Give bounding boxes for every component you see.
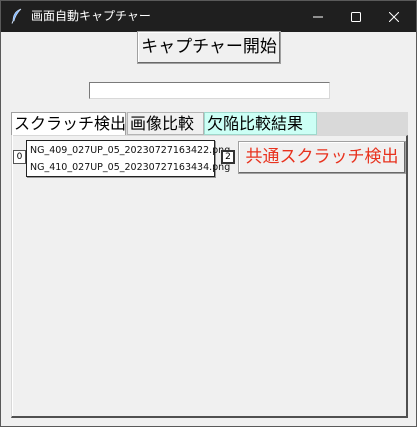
right-counter[interactable]: 2 <box>221 150 235 164</box>
file-list[interactable]: NG_409_027UP_05_20230727163422.png NG_41… <box>26 140 230 177</box>
title-bar[interactable]: 画面自動キャプチャー <box>1 1 416 32</box>
minimize-icon <box>313 12 323 22</box>
close-button[interactable] <box>371 1 417 32</box>
list-item[interactable]: NG_409_027UP_05_20230727163422.png <box>30 144 230 157</box>
list-item[interactable]: NG_410_027UP_05_20230727163434.png <box>30 161 230 174</box>
tab-defect-comparison-result[interactable]: 欠陥比較結果 <box>204 112 317 135</box>
app-window: 画面自動キャプチャー キャプチャー開始 スクラッチ検出 画像比較 欠陥比較結果 … <box>0 0 417 427</box>
path-input[interactable] <box>89 82 330 99</box>
tab-scratch-detection[interactable]: スクラッチ検出 <box>11 112 126 135</box>
close-icon <box>389 11 399 22</box>
window-title: 画面自動キャプチャー <box>31 9 151 23</box>
maximize-icon <box>351 11 361 22</box>
left-counter[interactable]: 0 <box>13 150 26 164</box>
panel-edge <box>12 135 13 416</box>
tab-image-comparison[interactable]: 画像比較 <box>127 112 204 135</box>
tab-panel <box>11 135 408 418</box>
start-capture-button[interactable]: キャプチャー開始 <box>137 31 281 64</box>
tab-bar: スクラッチ検出 画像比較 欠陥比較結果 <box>11 112 408 135</box>
common-scratch-detection-button[interactable]: 共通スクラッチ検出 <box>238 141 406 174</box>
feather-pen-icon <box>10 8 24 24</box>
